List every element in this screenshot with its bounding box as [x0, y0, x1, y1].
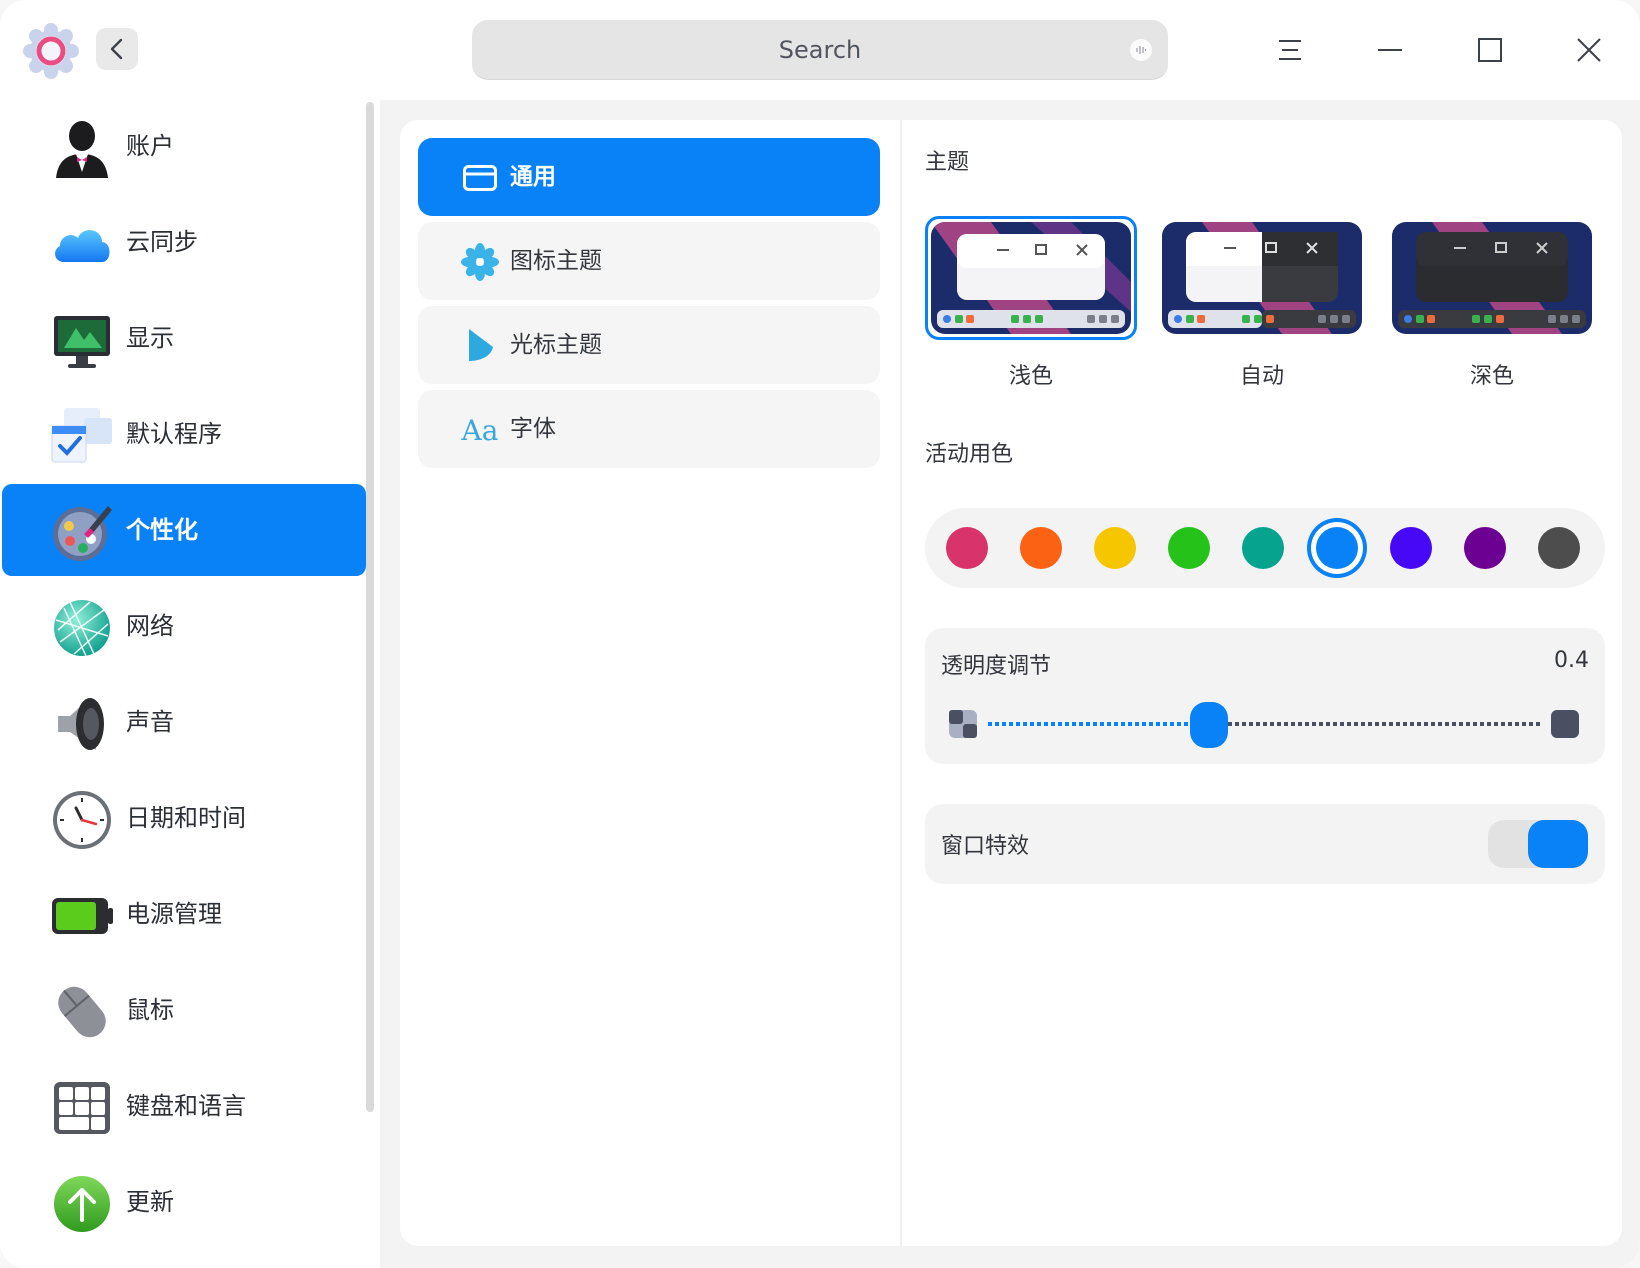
accent-color-dot[interactable] [1390, 527, 1432, 569]
minimize-icon [1378, 49, 1402, 51]
sidebar-item-sound[interactable]: 声音 [2, 676, 366, 768]
sidebar-scrollbar[interactable] [366, 102, 374, 1112]
window-effect-label: 窗口特效 [941, 834, 1030, 859]
theme-light-label: 浅色 [1008, 364, 1053, 389]
accent-color-picker [925, 508, 1605, 588]
sidebar-item-label: 云同步 [126, 228, 198, 256]
toggle-knob [1528, 820, 1588, 868]
sidebar-item-power[interactable]: 电源管理 [2, 868, 366, 960]
tab-general[interactable]: 通用 [418, 138, 880, 216]
battery-icon [52, 898, 113, 934]
accent-color-dot[interactable] [1464, 527, 1506, 569]
accent-color-dot[interactable] [1316, 527, 1358, 569]
speaker-icon [58, 698, 104, 750]
monitor-icon [54, 316, 110, 368]
sidebar-item-label: 个性化 [126, 516, 198, 544]
sidebar: 账户 云同步 显示 默认程序 个性化 网络 声音 日期和时间 电源管理 鼠标 键… [0, 100, 378, 1268]
voice-icon[interactable] [1130, 39, 1152, 61]
transparency-low-icon [949, 710, 977, 738]
cursor-icon [460, 326, 500, 366]
accent-color-dot[interactable] [1168, 527, 1210, 569]
theme-light-option[interactable] [931, 222, 1131, 334]
update-arrow-icon [54, 1176, 110, 1232]
palette-icon [53, 506, 112, 561]
theme-section-title: 主题 [925, 150, 970, 175]
search-input[interactable]: Search [472, 20, 1168, 80]
accent-color-title: 活动用色 [925, 442, 1014, 467]
default-apps-icon [51, 408, 112, 463]
cloud-icon [55, 230, 110, 262]
sidebar-item-label: 网络 [126, 612, 174, 640]
panel-divider [900, 120, 902, 1246]
accent-color-dot[interactable] [1242, 527, 1284, 569]
sidebar-item-cloud-sync[interactable]: 云同步 [2, 196, 366, 288]
accent-color-dot[interactable] [1538, 527, 1580, 569]
theme-dark-label: 深色 [1469, 364, 1514, 389]
sidebar-item-label: 电源管理 [126, 900, 222, 928]
sidebar-item-personalization[interactable]: 个性化 [2, 484, 366, 576]
sidebar-item-mouse[interactable]: 鼠标 [2, 964, 366, 1056]
tab-cursor-theme[interactable]: 光标主题 [418, 306, 880, 384]
back-button[interactable] [96, 28, 138, 70]
sidebar-item-display[interactable]: 显示 [2, 292, 366, 384]
accent-color-dot[interactable] [1094, 527, 1136, 569]
accent-color-dot[interactable] [946, 527, 988, 569]
sidebar-item-network[interactable]: 网络 [2, 580, 366, 672]
transparency-card: 透明度调节 0.4 [925, 628, 1605, 764]
search-placeholder: Search [778, 36, 862, 64]
clock-icon [53, 791, 111, 849]
theme-dark-option[interactable] [1392, 222, 1592, 334]
transparency-slider-filled[interactable] [988, 722, 1190, 726]
back-icon [110, 38, 123, 60]
transparency-slider-handle[interactable] [1189, 702, 1228, 748]
sidebar-item-keyboard[interactable]: 键盘和语言 [2, 1060, 366, 1152]
app-icon[interactable] [22, 22, 80, 80]
sidebar-item-account[interactable]: 账户 [2, 100, 366, 192]
theme-auto-option[interactable] [1162, 222, 1362, 334]
tab-label: 字体 [510, 416, 556, 442]
sidebar-item-update[interactable]: 更新 [2, 1156, 366, 1248]
transparency-high-icon [1551, 710, 1579, 738]
keyboard-icon [54, 1082, 110, 1134]
sidebar-item-label: 鼠标 [126, 996, 174, 1024]
tab-label: 通用 [510, 164, 556, 190]
network-globe-icon [54, 600, 110, 657]
tab-label: 图标主题 [510, 248, 602, 274]
window-effect-toggle[interactable] [1488, 820, 1588, 868]
sidebar-item-label: 声音 [126, 708, 174, 736]
sidebar-item-label: 默认程序 [126, 420, 222, 448]
transparency-slider-track[interactable] [1227, 722, 1540, 726]
sidebar-item-label: 更新 [126, 1188, 174, 1216]
close-icon [1577, 38, 1601, 62]
tab-icon-theme[interactable]: 图标主题 [418, 222, 880, 300]
sidebar-item-label: 账户 [126, 132, 174, 160]
account-icon [56, 121, 108, 178]
menu-icon [1279, 40, 1301, 60]
maximize-icon [1478, 38, 1502, 62]
menu-button[interactable] [1266, 26, 1314, 74]
sidebar-item-default-apps[interactable]: 默认程序 [2, 388, 366, 480]
transparency-label: 透明度调节 [941, 654, 1052, 679]
close-button[interactable] [1565, 26, 1613, 74]
sidebar-item-label: 键盘和语言 [126, 1092, 246, 1120]
tab-label: 光标主题 [510, 332, 602, 358]
minimize-button[interactable] [1366, 26, 1414, 74]
flower-icon [460, 242, 500, 282]
maximize-button[interactable] [1466, 26, 1514, 74]
tab-font[interactable]: Aa 字体 [418, 390, 880, 468]
font-icon: Aa [461, 413, 499, 447]
sidebar-item-label: 日期和时间 [126, 804, 246, 832]
sidebar-item-date-time[interactable]: 日期和时间 [2, 772, 366, 864]
transparency-value: 0.4 [1554, 648, 1589, 673]
mouse-icon [58, 986, 106, 1038]
title-bar: Search [0, 0, 1640, 100]
sidebar-item-label: 显示 [126, 324, 174, 352]
settings-window: Search 账户 云同步 显示 默认程序 个性化 网络 声音 日期和时间 电源… [0, 0, 1640, 1268]
accent-color-dot[interactable] [1020, 527, 1062, 569]
theme-auto-label: 自动 [1239, 364, 1284, 389]
window-icon [460, 158, 500, 198]
